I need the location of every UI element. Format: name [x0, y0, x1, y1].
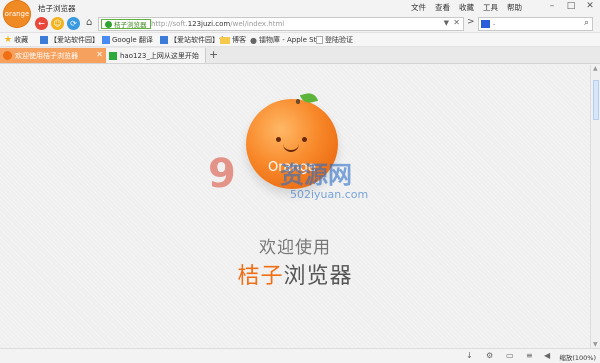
navigation-bar: ← ☺ ⟳ ⌂ 桔子浏览器 http://soft.123juzi.com/we… — [0, 16, 600, 32]
address-dropdown-icon[interactable]: ▼ — [444, 19, 449, 27]
brand-rest: 浏览器 — [283, 264, 353, 289]
home-button[interactable]: ⌂ — [86, 17, 92, 28]
url-path: /wel/index.html — [230, 20, 285, 28]
menu-tools[interactable]: 工具 — [483, 2, 498, 13]
watermark-text: 资源网 — [280, 161, 352, 189]
close-tab-icon[interactable]: ✕ — [96, 50, 103, 59]
watermark-logo: 9 — [208, 151, 236, 197]
maximize-button[interactable]: □ — [565, 1, 577, 11]
refresh-icon: ⟳ — [70, 19, 77, 28]
tab-hao123[interactable]: hao123_上网从这里开始 — [106, 48, 206, 63]
url-prefix: http://soft. — [151, 20, 188, 28]
scroll-down-icon[interactable]: ▼ — [593, 341, 598, 348]
document-icon — [316, 36, 323, 44]
brand-highlight: 桔子 — [237, 264, 284, 289]
gear-icon[interactable]: ⚙ — [486, 351, 493, 360]
url-text[interactable]: http://soft.123juzi.com/wel/index.html — [151, 20, 284, 28]
scroll-thumb[interactable] — [593, 80, 599, 120]
search-box[interactable]: . ⌕ — [478, 17, 593, 31]
menu-favorites[interactable]: 收藏 — [459, 2, 474, 13]
home-icon: ⌂ — [86, 17, 93, 28]
bookmark-item[interactable]: 【爱站软件园】 — [40, 35, 99, 45]
title-bar: orange 桔子浏览器 文件 查看 收藏 工具 帮助 – □ ✕ — [0, 0, 600, 28]
apple-icon: ● — [250, 35, 257, 45]
bookmark-item[interactable]: 登陆验证 — [316, 35, 353, 45]
star-icon: ★ — [4, 35, 13, 45]
go-button[interactable]: > — [467, 17, 475, 27]
page-content: Orange 9 资源网 502iyuan.com 欢迎使用 桔子浏览器 — [0, 65, 590, 348]
monitor-icon[interactable]: ▭ — [506, 351, 514, 360]
shield-icon — [105, 20, 112, 28]
bookmark-item[interactable]: 【爱站软件园】专 — [160, 35, 226, 45]
app-logo[interactable]: orange — [3, 0, 31, 28]
brand-name: 桔子浏览器 — [0, 258, 590, 290]
new-tab-button[interactable]: + — [209, 48, 218, 61]
search-icon[interactable]: ⌕ — [584, 18, 589, 28]
bookmark-label: 【爱站软件园】专 — [170, 36, 226, 44]
bookmarks-bar: ★ 收藏 【爱站软件园】 Google 翻译 【爱站软件园】专 博客 ● 镭物庫 -… — [0, 32, 600, 47]
bookmark-label: 博客 — [232, 36, 246, 44]
app-logo-text: orange — [4, 10, 30, 18]
tab-bar: 欢迎使用桔子浏览器 ✕ hao123_上网从这里开始 + — [0, 47, 600, 64]
address-bar[interactable]: 桔子浏览器 http://soft.123juzi.com/wel/index.… — [98, 17, 464, 31]
hao123-icon — [109, 51, 117, 60]
stop-icon[interactable]: ✕ — [453, 18, 460, 27]
download-icon[interactable]: ↓ — [466, 351, 473, 360]
close-button[interactable]: ✕ — [584, 1, 596, 11]
window-controls: – □ ✕ — [546, 1, 596, 11]
bookmark-label: 登陆验证 — [325, 36, 353, 44]
google-icon — [102, 36, 110, 44]
vertical-scrollbar[interactable]: ▲ ▼ — [590, 65, 600, 348]
bookmark-item[interactable]: 博客 — [220, 35, 246, 45]
certificate-badge[interactable]: 桔子浏览器 — [101, 19, 151, 29]
forward-button[interactable]: ☺ — [51, 17, 64, 30]
minimize-button[interactable]: – — [546, 1, 558, 11]
url-host: 123juzi.com — [187, 20, 231, 28]
bookmark-item[interactable]: ● 镭物庫 - Apple St — [250, 35, 316, 45]
menu-view[interactable]: 查看 — [435, 2, 450, 13]
bookmarks-favorites[interactable]: ★ 收藏 — [4, 35, 28, 45]
bookmark-label: 【爱站软件园】 — [50, 36, 99, 44]
certificate-label: 桔子浏览器 — [114, 21, 147, 29]
site-icon — [40, 36, 48, 44]
site-icon — [160, 36, 168, 44]
back-arrow-icon: ← — [38, 19, 45, 28]
app-title: 桔子浏览器 — [38, 4, 76, 13]
orange-icon — [3, 51, 12, 60]
menu-bar: 文件 查看 收藏 工具 帮助 — [411, 2, 522, 13]
refresh-button[interactable]: ⟳ — [67, 17, 80, 30]
welcome-heading: 欢迎使用 — [259, 238, 331, 258]
back-button[interactable]: ← — [35, 17, 48, 30]
smiley-icon: ☺ — [53, 19, 62, 28]
bookmark-label: Google 翻译 — [112, 36, 153, 44]
eye-right — [302, 137, 307, 142]
list-icon[interactable]: ≡ — [526, 351, 533, 360]
bookmark-item[interactable]: Google 翻译 — [102, 35, 153, 45]
menu-help[interactable]: 帮助 — [507, 2, 522, 13]
volume-icon[interactable]: ◀ — [544, 351, 550, 360]
folder-icon — [220, 36, 230, 44]
scroll-up-icon[interactable]: ▲ — [593, 65, 598, 72]
tab-label: 欢迎使用桔子浏览器 — [15, 51, 78, 60]
watermark: 9 资源网 502iyuan.com — [208, 151, 388, 221]
chevron-right-icon: > — [467, 17, 475, 27]
menu-file[interactable]: 文件 — [411, 2, 426, 13]
zoom-level[interactable]: 缩放(100%) — [559, 352, 596, 362]
eye-left — [276, 137, 281, 142]
search-engine-icon[interactable] — [481, 20, 490, 28]
stem — [296, 99, 300, 104]
tab-welcome[interactable]: 欢迎使用桔子浏览器 ✕ — [0, 48, 106, 63]
status-bar: ↓ ⚙ ▭ ≡ ◀ 缩放(100%) — [0, 348, 600, 363]
bookmark-label: 镭物庫 - Apple St — [258, 36, 317, 44]
tab-label: hao123_上网从这里开始 — [120, 51, 199, 60]
bookmark-label: 收藏 — [14, 36, 29, 44]
watermark-url: 502iyuan.com — [290, 188, 369, 201]
search-input[interactable]: . — [493, 19, 495, 27]
